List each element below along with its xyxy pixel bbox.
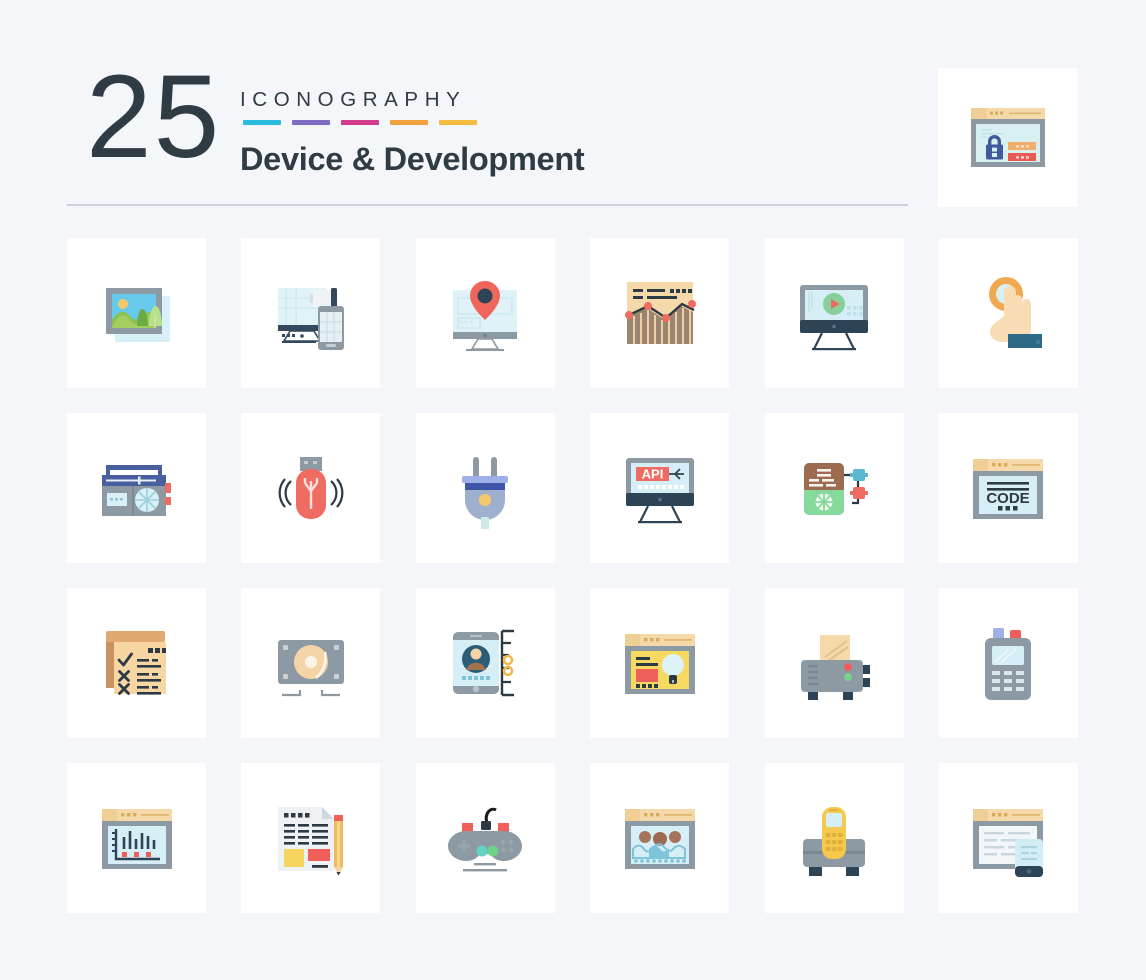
icon-cell[interactable] [415,413,555,563]
svg-text:CODE: CODE [987,490,1030,507]
icon-cell[interactable] [415,588,555,738]
mobile-user-profile-icon [440,618,530,708]
icon-cell[interactable] [241,413,381,563]
radio-icon [92,443,182,533]
document-pencil-icon [266,793,356,883]
monitor-location-pin-icon [440,268,530,358]
accent-color-bars [243,120,477,125]
icon-cell[interactable] [241,588,381,738]
browser-mobile-sync-icon [963,793,1053,883]
icon-cell[interactable] [415,238,555,388]
icon-cell[interactable] [67,413,206,563]
checklist-document-icon [92,618,182,708]
desktop-mobile-sync-icon [266,268,356,358]
usb-flash-drive-icon [266,443,356,533]
icon-cell[interactable] [764,238,904,388]
accent-bar-4 [390,120,428,125]
analytics-chart-icon [615,268,705,358]
browser-code-icon: CODE [963,443,1053,533]
monitor-video-play-icon [789,268,879,358]
icon-cell[interactable] [67,763,206,913]
icon-cell[interactable] [764,588,904,738]
power-plug-icon [440,443,530,533]
icon-cell[interactable] [67,588,206,738]
icon-cell[interactable] [590,588,730,738]
browser-bar-graph-icon [92,793,182,883]
pack-count-number: 25 [86,51,222,183]
browser-idea-bulb-icon [615,618,705,708]
icon-cell[interactable] [764,763,904,913]
toaster-icon [789,618,879,708]
hard-disk-drive-icon [266,618,356,708]
browser-team-photo-icon [615,793,705,883]
cordless-telephone-icon [789,793,879,883]
icon-cell[interactable] [241,763,381,913]
page-title: Device & Development [240,141,585,177]
monitor-api-icon: API [615,443,705,533]
header-divider [67,204,908,206]
icon-cell[interactable]: CODE [938,413,1078,563]
accent-bar-3 [341,120,379,125]
icon-cell[interactable] [938,763,1078,913]
icon-cell[interactable] [938,238,1078,388]
browser-password-lock-icon [962,92,1054,184]
accent-bar-5 [439,120,477,125]
picture-frame-icon [92,268,182,358]
icon-grid: API CODE [67,238,1078,913]
icon-cell[interactable] [415,763,555,913]
icon-cell[interactable]: API [590,413,730,563]
icon-cell[interactable] [67,238,206,388]
accent-bar-1 [243,120,281,125]
featured-icon-card[interactable] [938,68,1077,207]
pack-kicker-label: ICONOGRAPHY [240,88,467,111]
svg-text:API: API [641,467,663,482]
pos-calculator-icon [963,618,1053,708]
server-network-icon [789,443,879,533]
accent-bar-2 [292,120,330,125]
game-controller-icon [440,793,530,883]
icon-pack-page: 25 ICONOGRAPHY Device & Development API … [0,0,1146,980]
icon-cell[interactable] [938,588,1078,738]
icon-cell[interactable] [590,763,730,913]
touch-click-hand-icon [963,268,1053,358]
icon-cell[interactable] [764,413,904,563]
icon-cell[interactable] [241,238,381,388]
icon-cell[interactable] [590,238,730,388]
